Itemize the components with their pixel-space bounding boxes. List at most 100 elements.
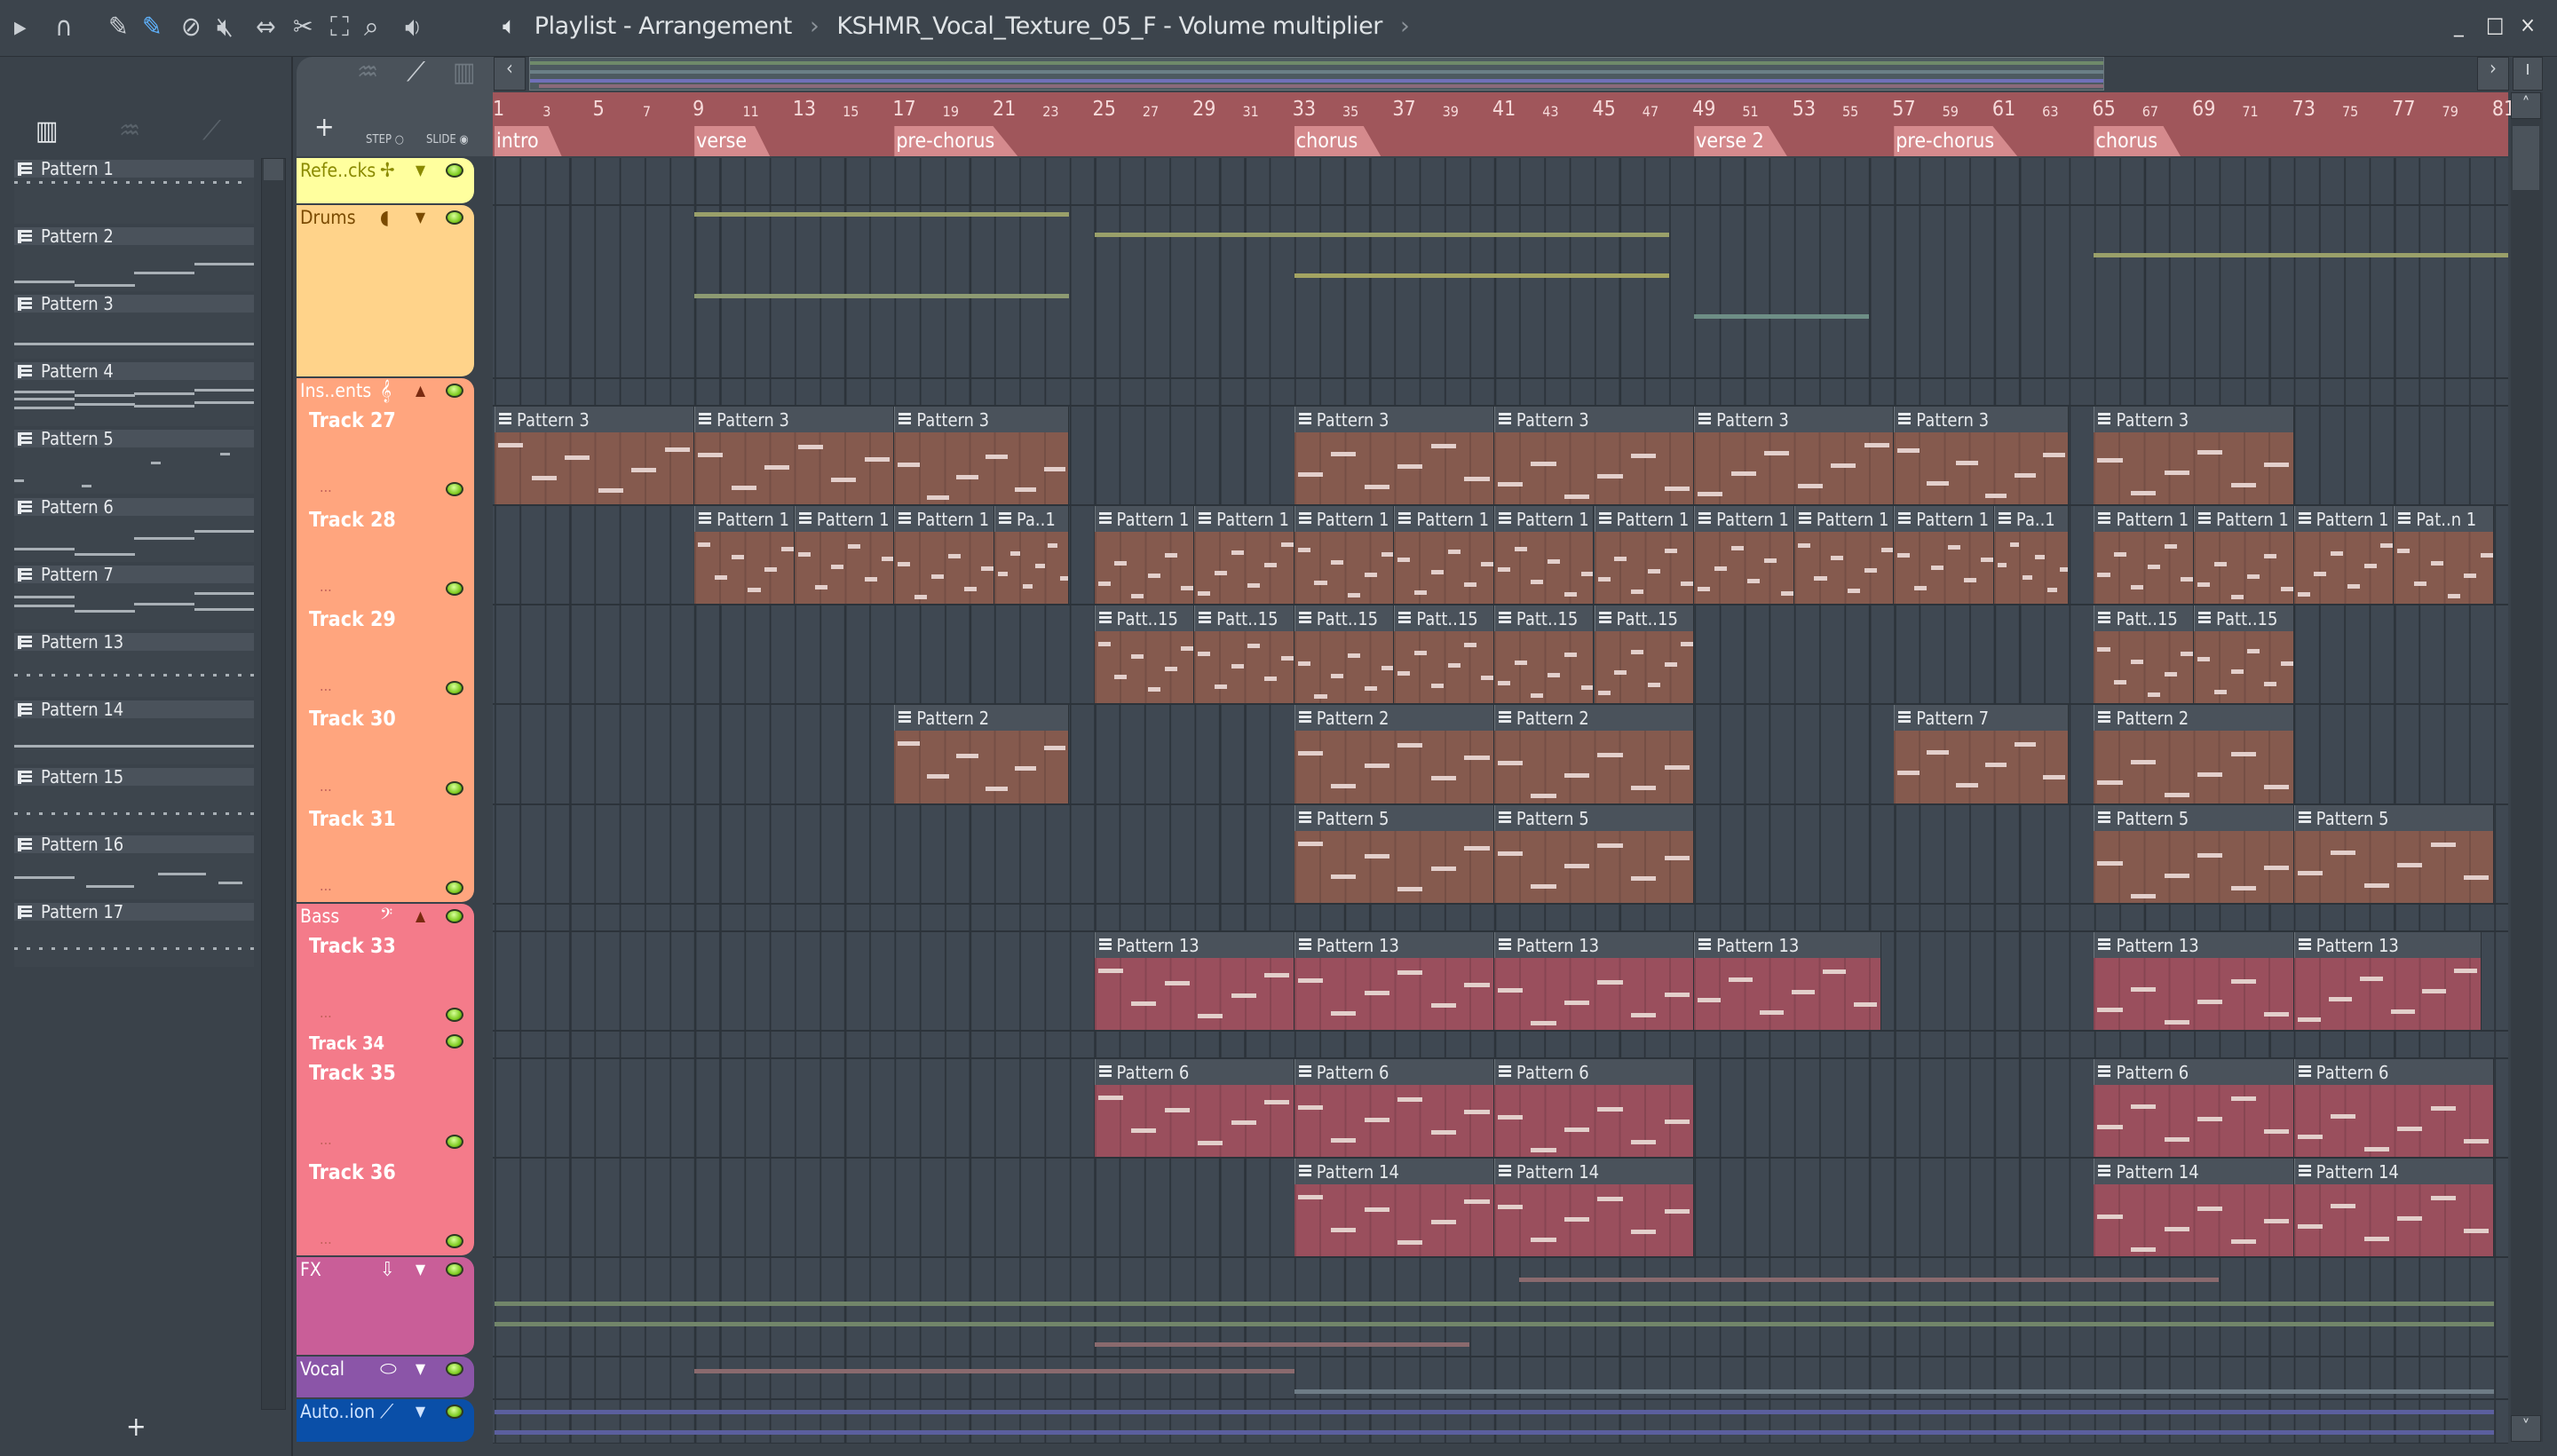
pattern-clip[interactable]: Pa..1 xyxy=(1993,506,2070,604)
pattern-clip-icon[interactable]: ▥ xyxy=(453,57,476,88)
pattern-clip[interactable]: Pattern 14 xyxy=(2094,1159,2294,1256)
clip-header[interactable]: Pattern 14 xyxy=(2293,1159,2493,1184)
zoom-icon[interactable]: ⌕ xyxy=(364,12,379,43)
track-more-indicator[interactable]: ... xyxy=(320,778,332,795)
track-more-indicator[interactable]: ... xyxy=(320,1131,332,1148)
automation-clip-icon[interactable]: ⟋ xyxy=(407,57,425,88)
pattern-clip[interactable]: Pattern 1 xyxy=(1194,506,1294,604)
step-toggle[interactable]: STEP ○ xyxy=(366,133,404,146)
track-enable-led[interactable] xyxy=(446,1262,463,1277)
expand-arrow-icon[interactable]: ▲ xyxy=(416,382,425,399)
clip-header[interactable]: Pattern 1 xyxy=(1793,506,1894,532)
track-name[interactable]: Track 27 xyxy=(309,409,396,432)
slide-toggle[interactable]: SLIDE ◉ xyxy=(426,133,469,146)
track-more-indicator[interactable]: ... xyxy=(320,877,332,894)
pattern-clip[interactable]: Pattern 13 xyxy=(2094,932,2294,1030)
pattern-list-item-header[interactable]: Pattern 17 xyxy=(14,901,254,922)
pattern-list-item-header[interactable]: Pattern 3 xyxy=(14,293,254,314)
pattern-clip[interactable]: Pattern 1 xyxy=(1294,506,1395,604)
clip-header[interactable]: Pattern 2 xyxy=(1294,705,1493,731)
close-button[interactable]: × xyxy=(2520,12,2536,37)
piano-roll-filter-icon[interactable]: ▥ xyxy=(36,115,59,146)
add-pattern-button[interactable]: + xyxy=(126,1412,146,1443)
add-track-button[interactable]: + xyxy=(314,112,335,143)
expand-arrow-icon[interactable]: ▲ xyxy=(416,907,425,924)
pattern-clip[interactable]: Pattern 1 xyxy=(1394,506,1494,604)
pattern-clip[interactable]: Pattern 6 xyxy=(1094,1059,1294,1157)
pattern-clip[interactable]: Pattern 6 xyxy=(2094,1059,2294,1157)
pattern-clip[interactable]: Pattern 5 xyxy=(2293,805,2494,903)
pattern-clip[interactable]: Pattern 3 xyxy=(495,407,695,504)
audio-clip-strip[interactable] xyxy=(694,212,1070,217)
pattern-clip[interactable]: Pa..1 xyxy=(994,506,1070,604)
clip-header[interactable]: Patt..15 xyxy=(1594,605,1694,631)
pattern-list-item-header[interactable]: Pattern 13 xyxy=(14,631,254,653)
audio-clip-strip[interactable] xyxy=(1519,1278,2220,1282)
track-enable-led[interactable] xyxy=(446,482,463,496)
pattern-list-item[interactable]: Pattern 3 xyxy=(14,293,254,359)
track-enable-led[interactable] xyxy=(446,1362,463,1376)
clip-header[interactable]: Pattern 3 xyxy=(2094,407,2293,432)
pattern-list-item[interactable]: Pattern 4 xyxy=(14,360,254,426)
audio-clip-strip[interactable] xyxy=(495,1322,2494,1326)
pattern-clip[interactable]: Pattern 6 xyxy=(1294,1059,1494,1157)
track-group-name[interactable]: Ins..ents xyxy=(300,380,371,401)
slice-icon[interactable]: ✂ xyxy=(293,12,313,43)
clip-header[interactable]: Pattern 3 xyxy=(1493,407,1694,432)
pattern-clip[interactable]: Pattern 1 xyxy=(2194,506,2294,604)
scrollbar-thumb[interactable] xyxy=(264,159,283,180)
arrangement-marker[interactable]: verse 2 xyxy=(1694,126,1787,156)
play-arrow-icon[interactable]: ▸ xyxy=(14,12,27,43)
clip-header[interactable]: Pattern 5 xyxy=(2293,805,2493,831)
track-name[interactable]: Track 28 xyxy=(309,509,396,532)
clip-header[interactable]: Pat..n 1 xyxy=(2394,506,2493,532)
pattern-clip[interactable]: Pattern 13 xyxy=(1694,932,1882,1030)
pattern-list-item-header[interactable]: Pattern 14 xyxy=(14,699,254,720)
track-enable-led[interactable] xyxy=(446,881,463,895)
clip-header[interactable]: Pattern 14 xyxy=(1493,1159,1694,1184)
pattern-clip[interactable]: Pattern 2 xyxy=(1493,705,1695,803)
track-group-name[interactable]: Vocal xyxy=(300,1358,344,1380)
track-more-indicator[interactable]: ... xyxy=(320,677,332,694)
clip-header[interactable]: Pattern 1 xyxy=(894,506,994,532)
expand-arrow-icon[interactable]: ▼ xyxy=(416,1360,425,1377)
pattern-clip[interactable]: Pattern 2 xyxy=(1294,705,1494,803)
pattern-clip[interactable]: Pattern 3 xyxy=(1694,407,1895,504)
pattern-clip[interactable]: Pattern 1 xyxy=(794,506,895,604)
clip-header[interactable]: Pattern 1 xyxy=(2094,506,2194,532)
audio-clip-strip[interactable] xyxy=(694,1369,1294,1373)
clip-header[interactable]: Pattern 13 xyxy=(2094,932,2293,958)
pattern-list-item-header[interactable]: Pattern 7 xyxy=(14,564,254,585)
pattern-list-item[interactable]: Pattern 14 xyxy=(14,699,254,764)
arrangement-marker[interactable]: chorus xyxy=(1294,126,1381,156)
playlist-vertical-scrollbar[interactable]: ˄ ˅ xyxy=(2511,92,2543,1442)
clip-header[interactable]: Pattern 6 xyxy=(1294,1059,1493,1085)
clip-header[interactable]: Pattern 1 xyxy=(1294,506,1394,532)
track-more-indicator[interactable]: ... xyxy=(320,1230,332,1247)
minimize-button[interactable]: _ xyxy=(2454,12,2464,37)
clip-header[interactable]: Pattern 13 xyxy=(1694,932,1881,958)
pattern-clip[interactable]: Patt..15 xyxy=(1094,605,1195,703)
pattern-clip[interactable]: Patt..15 xyxy=(2094,605,2195,703)
pattern-clip[interactable]: Pattern 13 xyxy=(2293,932,2482,1030)
scroll-down-button[interactable]: ˅ xyxy=(2511,1415,2541,1442)
clip-header[interactable]: Pattern 2 xyxy=(894,705,1069,731)
clip-header[interactable]: Pattern 1 xyxy=(1194,506,1294,532)
slip-icon[interactable]: ⇔ xyxy=(256,12,276,43)
pattern-clip[interactable]: Pattern 3 xyxy=(1493,407,1695,504)
clip-header[interactable]: Patt..15 xyxy=(2094,605,2194,631)
audio-filter-icon[interactable]: ♒ xyxy=(119,115,140,146)
waveform-icon[interactable]: ✢ xyxy=(380,160,395,182)
bass-clef-icon[interactable]: 𝄢 xyxy=(380,906,392,928)
clip-header[interactable]: Pa..1 xyxy=(994,506,1069,532)
clip-header[interactable]: Pattern 5 xyxy=(2094,805,2293,831)
pattern-clip[interactable]: Pattern 14 xyxy=(1493,1159,1695,1256)
pattern-clip[interactable]: Pattern 1 xyxy=(1594,506,1695,604)
clip-header[interactable]: Pattern 1 xyxy=(794,506,894,532)
audio-clip-strip[interactable] xyxy=(495,1302,2494,1306)
pattern-list-item[interactable]: Pattern 17 xyxy=(14,901,254,967)
arrangement-marker[interactable]: chorus xyxy=(2094,126,2181,156)
clip-header[interactable]: Pattern 2 xyxy=(2094,705,2293,731)
pattern-clip[interactable]: Patt..15 xyxy=(1493,605,1595,703)
clip-header[interactable]: Pattern 5 xyxy=(1493,805,1694,831)
